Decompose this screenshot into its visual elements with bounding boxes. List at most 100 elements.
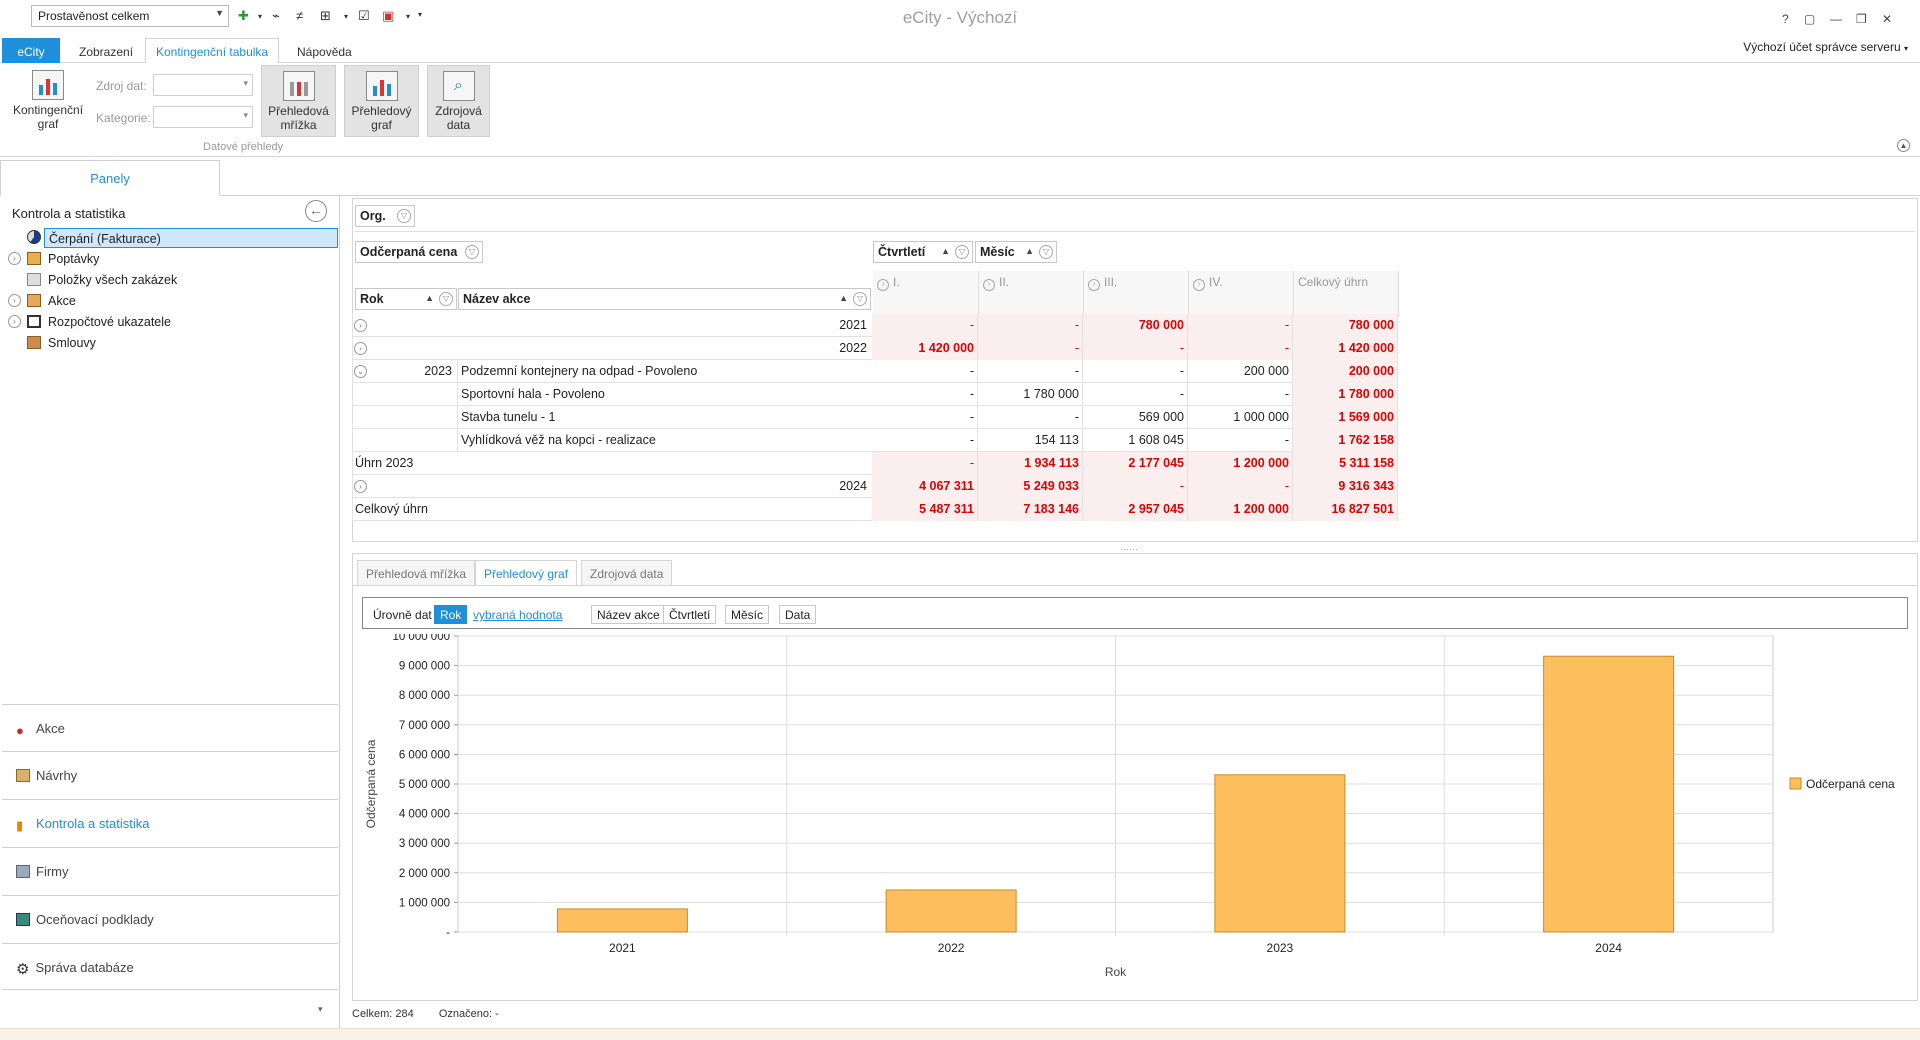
tree-item-smlouvy[interactable]: Smlouvy [8, 333, 338, 353]
table-row[interactable]: Stavba tunelu - 1- -569 000 1 000 000 1 569… [352, 406, 1398, 429]
table-cell[interactable]: - [1188, 383, 1293, 406]
nav-sprava-databaze[interactable]: ⚙ Správa databáze [2, 943, 338, 990]
table-cell[interactable]: - [872, 429, 978, 452]
filter-field-org[interactable]: Org. ▽ [355, 205, 415, 227]
table-cell[interactable]: 780 000 [1083, 314, 1188, 337]
sort-up-icon[interactable]: ▲ [839, 293, 848, 303]
tree-item-polozky[interactable]: Položky všech zakázek [8, 270, 338, 290]
sort-up-icon[interactable]: ▲ [1025, 246, 1034, 256]
category-select[interactable] [153, 106, 253, 128]
collapse-icon[interactable]: ⌄ [354, 365, 367, 378]
table-cell[interactable]: 1 420 000 [872, 337, 978, 360]
nav-firmy[interactable]: Firmy [2, 847, 338, 894]
level-mesic[interactable]: Měsíc [725, 605, 770, 624]
pivot-chart-button[interactable]: Kontingenční graf [8, 65, 88, 137]
splitter-handle[interactable]: …… [1120, 542, 1138, 552]
table-cell[interactable]: 1 780 000 [1293, 383, 1398, 406]
col-header-q3[interactable]: › III. [1084, 271, 1189, 317]
help-icon[interactable]: ? [1782, 12, 1789, 26]
table-cell[interactable]: 1 200 000 [1188, 452, 1293, 475]
tab-panely[interactable]: Panely [0, 160, 220, 196]
table-cell[interactable]: 1 200 000 [1188, 498, 1293, 521]
table-cell[interactable]: 16 827 501 [1293, 498, 1398, 521]
table-cell[interactable]: - [978, 406, 1083, 429]
expand-icon[interactable]: › [354, 342, 367, 355]
table-row[interactable]: 2023 ⌄ Podzemní kontejnery na odpad - Povo… [352, 360, 1398, 383]
filter-icon[interactable]: ▽ [1039, 245, 1053, 259]
tree-item-rozpoctove-ukazatele[interactable]: › Rozpočtové ukazatele [8, 312, 338, 332]
table-cell[interactable]: 9 316 343 [1293, 475, 1398, 498]
source-select[interactable] [153, 74, 253, 96]
expand-icon[interactable]: › [983, 279, 995, 291]
source-data-button[interactable]: ⌕ Zdrojová data [427, 65, 490, 137]
table-cell[interactable]: 200 000 [1293, 360, 1398, 383]
table-cell[interactable]: - [1083, 475, 1188, 498]
restore-icon[interactable]: ❐ [1856, 12, 1867, 26]
table-cell[interactable]: - [978, 314, 1083, 337]
tab-zdrojova-data[interactable]: Zdrojová data [581, 560, 673, 586]
chevron-down-icon[interactable]: ▾ [318, 1004, 323, 1015]
tree-item-akce[interactable]: › Akce [8, 291, 338, 311]
table-cell[interactable]: 4 067 311 [872, 475, 978, 498]
col-header-q2[interactable]: › II. [979, 271, 1084, 317]
expand-icon[interactable]: › [354, 480, 367, 493]
expand-icon[interactable]: › [354, 319, 367, 332]
table-cell[interactable]: - [1188, 337, 1293, 360]
level-vybrana-hodnota[interactable]: vybraná hodnota [467, 605, 569, 624]
row-field-nazev-akce[interactable]: Název akce ▲ ▽ [458, 288, 871, 310]
expand-icon[interactable]: › [8, 252, 21, 265]
col-field-ctvrtleti[interactable]: Čtvrtletí ▲ ▽ [873, 241, 973, 263]
tab-napoveda[interactable]: Nápověda [286, 38, 363, 64]
table-cell[interactable]: 1 000 000 [1188, 406, 1293, 429]
overview-chart-button[interactable]: Přehledový graf [344, 65, 419, 137]
table-cell[interactable]: 1 780 000 [978, 383, 1083, 406]
tab-kontingencni-tabulka[interactable]: Kontingenční tabulka [145, 38, 280, 64]
nav-ocenovaci-podklady[interactable]: Oceňovací podklady [2, 895, 338, 942]
expand-icon[interactable]: › [1088, 279, 1100, 291]
data-field[interactable]: Odčerpaná cena ▽ [355, 241, 483, 263]
table-cell[interactable]: 1 762 158 [1293, 429, 1398, 452]
table-cell[interactable]: - [1083, 383, 1188, 406]
table-row[interactable]: Sportovní hala - Povoleno -1 780 000- -1 7… [352, 383, 1398, 406]
sort-up-icon[interactable]: ▲ [425, 293, 434, 303]
minimize-icon[interactable]: — [1830, 12, 1842, 26]
fullscreen-icon[interactable]: ▢ [1804, 12, 1815, 26]
table-row[interactable]: 2021 › - -780 000-780 000 [352, 314, 1398, 337]
expand-icon[interactable]: › [8, 315, 21, 328]
tab-prehledovy-graf[interactable]: Přehledový graf [475, 560, 578, 586]
filter-icon[interactable]: ▽ [465, 245, 479, 259]
table-row[interactable]: Vyhlídková věž na kopci - realizace -154 … [352, 429, 1398, 452]
table-cell[interactable]: 5 487 311 [872, 498, 978, 521]
nav-navrhy[interactable]: Návrhy [2, 751, 338, 798]
table-cell[interactable]: 569 000 [1083, 406, 1188, 429]
tab-prehledova-mrizka[interactable]: Přehledová mřížka [357, 560, 476, 586]
table-cell[interactable]: 5 249 033 [978, 475, 1083, 498]
row-field-rok[interactable]: Rok ▲ ▽ [355, 288, 457, 310]
table-cell[interactable]: - [872, 383, 978, 406]
back-arrow-icon[interactable]: ← [305, 200, 327, 222]
col-header-q4[interactable]: › IV. [1189, 271, 1294, 317]
level-nazev-akce[interactable]: Název akce [591, 605, 666, 624]
table-cell[interactable]: 2 177 045 [1083, 452, 1188, 475]
table-cell[interactable]: 1 420 000 [1293, 337, 1398, 360]
nav-akce[interactable]: ● Akce [2, 704, 338, 751]
col-header-q1[interactable]: › I. [873, 271, 979, 317]
table-cell[interactable]: - [1083, 337, 1188, 360]
tab-zobrazeni[interactable]: Zobrazení [68, 38, 144, 64]
table-cell[interactable]: 1 934 113 [978, 452, 1083, 475]
table-cell[interactable]: 780 000 [1293, 314, 1398, 337]
level-data[interactable]: Data [779, 605, 817, 624]
close-icon[interactable]: ✕ [1882, 12, 1892, 26]
expand-icon[interactable]: › [8, 294, 21, 307]
table-cell[interactable]: - [1188, 475, 1293, 498]
table-cell[interactable]: 1 608 045 [1083, 429, 1188, 452]
table-cell[interactable]: - [978, 360, 1083, 383]
overview-grid-button[interactable]: Přehledová mřížka [261, 65, 336, 137]
table-cell[interactable]: - [1188, 429, 1293, 452]
expand-icon[interactable]: › [877, 279, 889, 291]
tree-item-poptavky[interactable]: › Poptávky [8, 249, 338, 269]
sort-up-icon[interactable]: ▲ [941, 246, 950, 256]
level-ctvrtleti[interactable]: Čtvrtletí [663, 605, 717, 624]
table-cell[interactable]: 5 311 158 [1293, 452, 1398, 475]
table-cell[interactable]: - [978, 337, 1083, 360]
